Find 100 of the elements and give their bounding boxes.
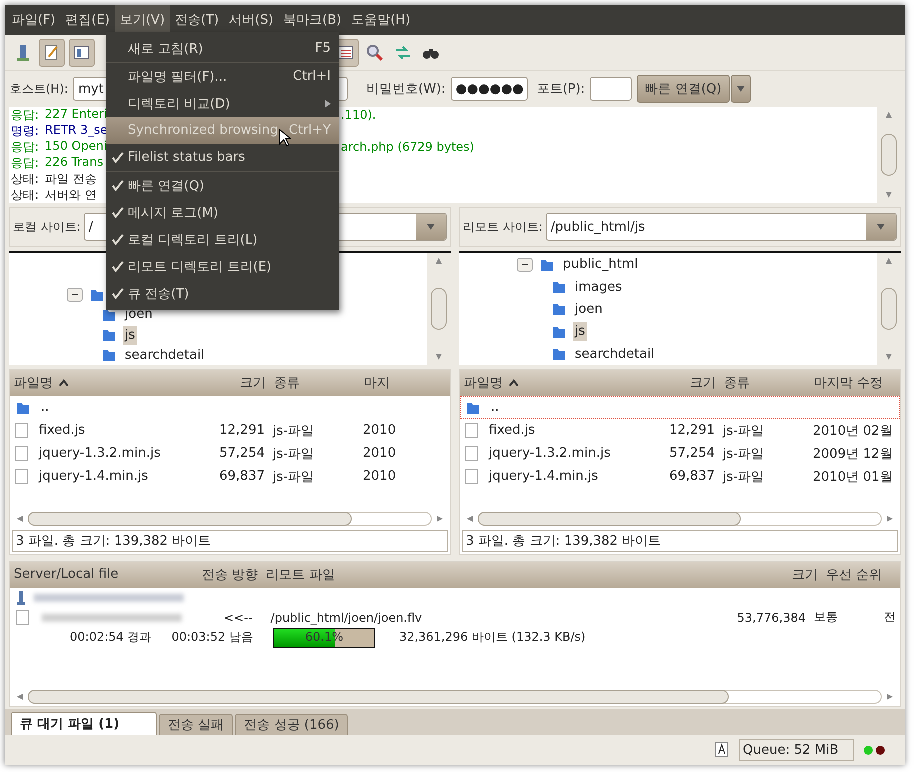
password-field[interactable]: ●●●●●● <box>450 77 528 102</box>
menu-entry[interactable]: 빠른 연결(Q) <box>106 172 339 199</box>
tree-item[interactable]: js <box>123 326 138 345</box>
horizontal-scrollbar[interactable] <box>28 512 432 526</box>
menu-item[interactable]: 보기(V) <box>114 5 170 35</box>
tree-item[interactable]: public_html <box>561 255 640 274</box>
column-header[interactable]: 마지 <box>360 374 450 392</box>
file-type: js-파일 <box>272 446 316 463</box>
column-header[interactable]: 종류 <box>270 374 360 392</box>
port-field[interactable] <box>590 77 632 102</box>
file-type: js-파일 <box>722 422 766 440</box>
file-type: js-파일 <box>272 468 316 486</box>
menu-item[interactable]: 북마크(B) <box>278 5 347 35</box>
scroll-up-icon <box>885 111 893 120</box>
horizontal-scrollbar[interactable] <box>478 512 882 526</box>
file-row[interactable]: fixed.js 12,291 js-파일 2010 <box>10 419 450 442</box>
menu-entry[interactable]: 로컬 디렉토리 트리(L) <box>106 226 339 253</box>
menu-item[interactable]: 도움말(H) <box>346 5 416 35</box>
log-text: 파일 전송 <box>45 170 97 188</box>
log-label: 응답: <box>11 107 40 124</box>
queue-tab[interactable]: 전송 실패 <box>159 714 234 736</box>
log-label: 응답: <box>11 138 40 156</box>
file-row[interactable]: fixed.js 12,291 js-파일 2010년 02월 <box>460 419 900 442</box>
file-row[interactable]: jquery-1.4.min.js 69,837 js-파일 2010 <box>10 465 450 488</box>
file-size: 57,254 <box>668 446 716 462</box>
queue-tab[interactable]: 큐 대기 파일 (1) <box>11 712 157 736</box>
collapse-toggle[interactable] <box>517 258 533 272</box>
tree-item[interactable]: js <box>573 322 588 342</box>
folder-icon <box>551 346 567 362</box>
file-list-status: 3 파일. 총 크기: 139,382 바이트 <box>462 530 898 552</box>
sort-ascending-icon <box>509 379 519 388</box>
file-row[interactable]: jquery-1.4.min.js 69,837 js-파일 2010년 01월 <box>460 465 900 488</box>
scroll-up-icon <box>435 257 443 266</box>
file-size: 12,291 <box>668 423 716 438</box>
check-icon <box>112 152 124 164</box>
path-field[interactable]: /public_html/js <box>546 213 897 242</box>
sync-arrows-icon <box>394 44 412 62</box>
collapse-toggle[interactable] <box>67 288 83 302</box>
queue-size: Queue: 52 MiB <box>739 739 854 762</box>
site-label: 로컬 사이트: <box>13 218 81 236</box>
tree-item[interactable]: images <box>573 278 624 297</box>
column-header[interactable]: 종류 <box>720 374 810 392</box>
horizontal-scrollbar[interactable] <box>28 690 882 704</box>
quickconnect-button[interactable]: 빠른 연결(Q) <box>637 75 730 104</box>
scroll-right-icon <box>436 514 444 523</box>
menu-entry[interactable]: 메시지 로그(M) <box>106 199 339 226</box>
folder-icon <box>551 279 567 296</box>
menu-entry[interactable]: 새로 고침(R) F5 <box>106 35 339 62</box>
column-header[interactable]: 우선 순위 <box>822 566 900 584</box>
file-name: .. <box>40 400 50 416</box>
log-text: 150 Openi <box>45 138 108 155</box>
column-header[interactable]: 크기 <box>210 374 270 392</box>
file-row[interactable]: .. <box>460 396 900 420</box>
scroll-left-icon <box>466 514 474 523</box>
column-header[interactable]: 파일명 <box>10 374 210 392</box>
column-header[interactable]: 크기 <box>660 374 720 392</box>
text-mode-icon <box>715 742 729 758</box>
column-header[interactable]: 파일명 <box>460 374 660 392</box>
scroll-down-icon <box>435 353 443 362</box>
transfer-direction: <<-- <box>223 610 254 625</box>
message-log-button[interactable] <box>39 38 65 67</box>
list-icon <box>338 44 354 61</box>
file-row[interactable]: .. <box>10 396 450 420</box>
file-name: fixed.js <box>488 423 536 438</box>
menu-entry[interactable]: 큐 전송(T) <box>106 280 339 307</box>
priority: 보통 <box>813 609 839 626</box>
file-icon <box>15 446 29 462</box>
file-date: 2010 <box>362 469 398 484</box>
menu-item[interactable]: 편집(E) <box>60 5 115 35</box>
file-icon <box>16 610 30 626</box>
scroll-down-icon <box>885 191 893 200</box>
file-icon <box>465 422 479 439</box>
tree-item[interactable]: searchdetail <box>573 344 657 364</box>
queue-tab[interactable]: 전송 성공 (166) <box>235 714 348 736</box>
dropdown-arrow-icon <box>876 223 886 232</box>
menu-item[interactable]: 서버(S) <box>224 5 279 35</box>
file-date: 2010 <box>362 446 398 462</box>
host-label: 호스트(H): <box>10 80 68 98</box>
local-tree-button[interactable] <box>69 38 95 67</box>
menu-entry[interactable]: 파일명 필터(F)... Ctrl+I <box>106 63 339 90</box>
column-header[interactable]: 크기 <box>788 566 822 584</box>
column-header[interactable]: 마지막 수정 <box>810 374 900 392</box>
file-icon <box>15 468 29 485</box>
port-label: 포트(P): <box>536 81 586 98</box>
column-header[interactable]: Server/Local file <box>10 567 198 582</box>
menu-entry[interactable]: Filelist status bars <box>106 144 339 171</box>
menu-item[interactable]: 파일(F) <box>7 5 61 35</box>
menu-entry[interactable]: 리모트 디렉토리 트리(E) <box>106 253 339 280</box>
log-text: 227 Enteri <box>45 107 108 123</box>
column-header[interactable]: 전송 방향 <box>198 566 262 584</box>
file-date: 2010 <box>362 423 398 438</box>
menu-entry[interactable]: 디렉토리 비교(D) <box>106 90 339 117</box>
menu-item[interactable]: 전송(T) <box>170 5 224 35</box>
file-row[interactable]: jquery-1.3.2.min.js 57,254 js-파일 2009년 12월 <box>460 442 900 466</box>
column-header[interactable]: 리모트 파일 <box>262 566 788 584</box>
quickconnect-dropdown[interactable] <box>730 75 751 104</box>
tree-item[interactable]: searchdetail <box>123 346 207 365</box>
folder-icon <box>101 327 117 344</box>
tree-item[interactable]: joen <box>573 300 605 319</box>
file-row[interactable]: jquery-1.3.2.min.js 57,254 js-파일 2010 <box>10 442 450 466</box>
